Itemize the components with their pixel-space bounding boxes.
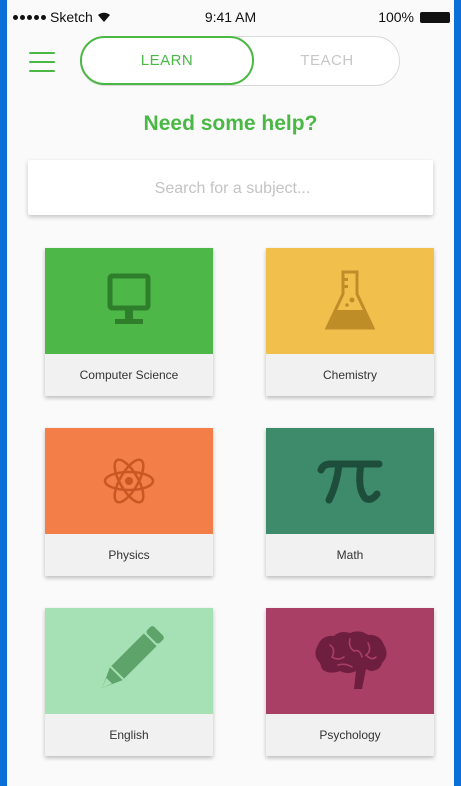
pi-icon <box>317 460 383 504</box>
atom-icon <box>103 458 155 504</box>
learn-teach-toggle: LEARN TEACH <box>80 36 400 86</box>
page-title: Need some help? <box>143 112 318 135</box>
subject-card-english[interactable]: English <box>45 608 213 756</box>
computer-monitor-icon <box>107 273 151 324</box>
status-bar: Sketch 9:41 AM 100% <box>7 0 454 34</box>
tab-teach[interactable]: TEACH <box>255 37 399 84</box>
subject-card-physics[interactable]: Physics <box>45 428 213 576</box>
battery-percent: 100% <box>378 9 414 25</box>
subject-label: Computer Science <box>79 368 179 382</box>
subject-card-chemistry[interactable]: Chemistry <box>266 248 434 396</box>
menu-icon[interactable] <box>29 52 55 74</box>
phone-screen: Sketch 9:41 AM 100% LEARN TEACH Need som… <box>7 0 454 786</box>
subject-art <box>45 608 213 714</box>
subject-label: English <box>109 728 149 742</box>
subject-art <box>266 428 434 534</box>
subject-card-math[interactable]: Math <box>266 428 434 576</box>
brain-icon <box>315 631 387 689</box>
subject-label: Psychology <box>319 728 381 742</box>
tab-learn[interactable]: LEARN <box>80 36 254 85</box>
battery-icon <box>420 11 450 23</box>
subject-card-computer-science[interactable]: Computer Science <box>45 248 213 396</box>
pencil-icon <box>102 626 164 688</box>
subject-label: Chemistry <box>322 368 377 382</box>
subject-art <box>45 428 213 534</box>
subject-art <box>266 248 434 354</box>
subject-art <box>45 248 213 354</box>
search-input[interactable] <box>28 160 437 217</box>
flask-icon <box>325 270 375 330</box>
subject-card-psychology[interactable]: Psychology <box>266 608 434 756</box>
subject-label: Math <box>336 548 364 562</box>
subject-label: Physics <box>108 548 150 562</box>
search-bar <box>28 160 437 217</box>
battery-indicator: 100% <box>378 9 450 25</box>
subject-art <box>266 608 434 714</box>
